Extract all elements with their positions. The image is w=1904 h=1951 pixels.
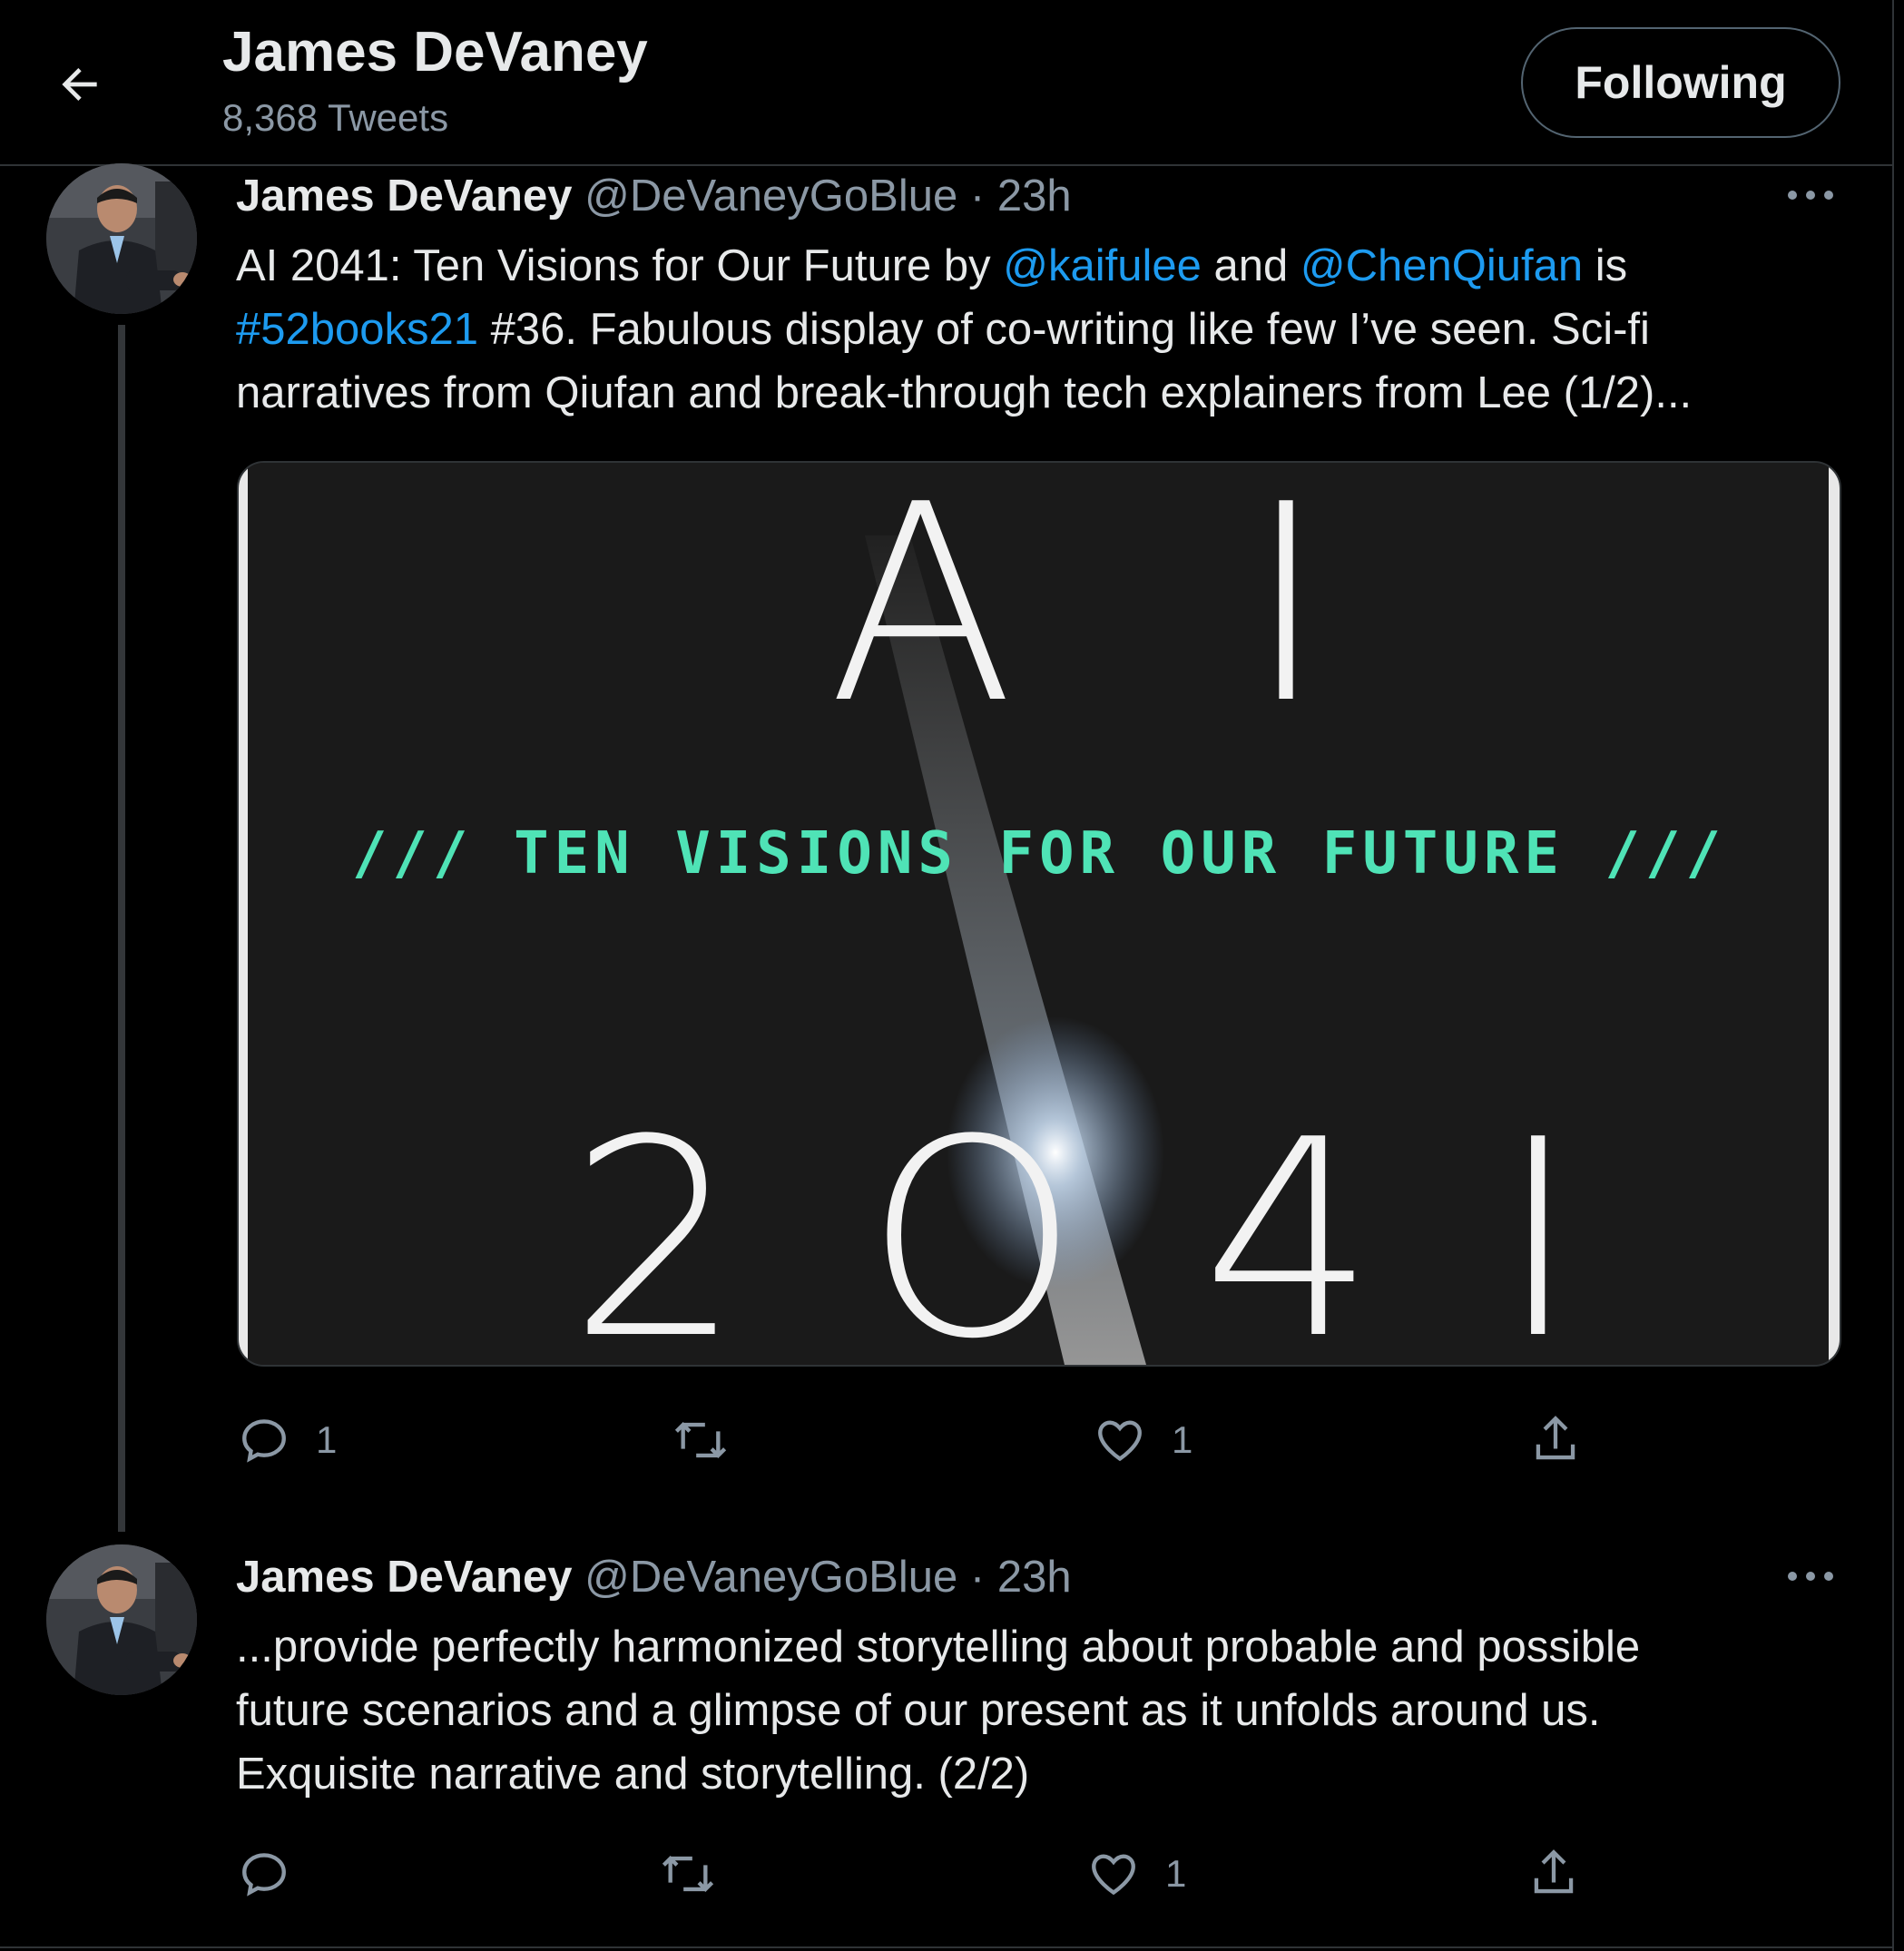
following-button[interactable]: Following — [1521, 27, 1840, 138]
tweet-meta: James DeVaney @DeVaneyGoBlue · 23h — [236, 1552, 1072, 1603]
tweet-text-segment: and — [1201, 241, 1300, 290]
avatar[interactable] — [46, 1544, 197, 1695]
tweet-line: Exquisite narrative and storytelling. (2… — [236, 1750, 1030, 1799]
tweet-line: future scenarios and a glimpse of our pr… — [236, 1686, 1601, 1735]
reply-button[interactable] — [238, 1848, 316, 1900]
tweet-media-image[interactable]: A I /// TEN VISIONS FOR OUR FUTURE /// 2… — [237, 461, 1841, 1367]
tweet-meta: James DeVaney @DeVaneyGoBlue · 23h — [236, 171, 1072, 221]
user-photo — [46, 163, 197, 314]
like-count: 1 — [1165, 1852, 1187, 1895]
like-button[interactable]: 1 — [1094, 1414, 1192, 1466]
avatar[interactable] — [46, 163, 197, 314]
tweet-line: #52books21 #36. Fabulous display of co-w… — [236, 298, 1692, 361]
tweet-line: narratives from Qiufan and break-through… — [236, 368, 1693, 417]
tweet-body: ...provide perfectly harmonized storytel… — [236, 1615, 1640, 1806]
profile-header: James DeVaney 8,368 Tweets Following — [0, 0, 1892, 165]
mention-link[interactable]: @ChenQiufan — [1300, 241, 1583, 290]
like-count: 1 — [1172, 1418, 1193, 1461]
tweet-time[interactable]: 23h — [997, 172, 1072, 221]
header-divider — [0, 164, 1892, 166]
tweet-body: AI 2041: Ten Visions for Our Future by @… — [236, 234, 1692, 425]
share-button[interactable] — [1527, 1846, 1580, 1902]
tweet-time[interactable]: 23h — [997, 1553, 1072, 1602]
user-photo — [46, 1544, 197, 1695]
retweet-icon — [674, 1422, 727, 1458]
meta-separator: · — [969, 172, 986, 221]
reply-count: 1 — [316, 1418, 338, 1461]
retweet-button[interactable] — [659, 1848, 742, 1900]
profile-name-title: James DeVaney — [222, 21, 648, 83]
heart-icon — [1098, 1420, 1142, 1462]
column-border — [1892, 0, 1894, 1951]
cover-top-text: A I — [828, 463, 1399, 763]
author-name[interactable]: James DeVaney — [236, 1553, 573, 1602]
arrow-left-icon — [62, 68, 97, 101]
tweet-line: AI 2041: Ten Visions for Our Future by @… — [236, 234, 1692, 298]
retweet-button[interactable] — [672, 1414, 755, 1466]
author-handle[interactable]: @DeVaneyGoBlue — [584, 172, 957, 221]
bottom-divider — [0, 1946, 1892, 1948]
reply-icon — [242, 1419, 286, 1463]
mention-link[interactable]: @kaifulee — [1003, 241, 1202, 290]
tweet-text-segment: is — [1583, 241, 1628, 290]
author-handle[interactable]: @DeVaneyGoBlue — [584, 1553, 957, 1602]
cover-subtitle: /// TEN VISIONS FOR OUR FUTURE /// — [352, 820, 1726, 887]
cover-bottom-text: 2 O 4 I — [569, 1082, 1596, 1365]
heart-icon — [1092, 1854, 1135, 1896]
hashtag-link[interactable]: #52books21 — [236, 305, 478, 354]
more-horizontal-icon — [1788, 1572, 1833, 1581]
like-button[interactable]: 1 — [1087, 1848, 1186, 1900]
more-options-button[interactable] — [1774, 168, 1847, 222]
share-icon — [1536, 1416, 1575, 1460]
share-icon — [1534, 1849, 1574, 1894]
book-cover-image: A I /// TEN VISIONS FOR OUR FUTURE /// 2… — [239, 463, 1840, 1365]
back-button[interactable] — [50, 54, 110, 114]
retweet-icon — [662, 1856, 714, 1892]
author-name[interactable]: James DeVaney — [236, 172, 573, 221]
meta-separator: · — [969, 1553, 986, 1602]
reply-icon — [242, 1853, 286, 1897]
tweet-text-segment: AI 2041: Ten Visions for Our Future by — [236, 241, 1004, 290]
tweet-text-segment: #36. Fabulous display of co-writing like… — [478, 305, 1650, 354]
tweet-count: 8,368 Tweets — [222, 96, 449, 139]
more-options-button[interactable] — [1774, 1549, 1847, 1603]
thread-connector-line — [118, 325, 125, 1532]
more-horizontal-icon — [1788, 191, 1833, 200]
tweet-line: ...provide perfectly harmonized storytel… — [236, 1623, 1641, 1672]
share-button[interactable] — [1529, 1412, 1582, 1468]
reply-button[interactable]: 1 — [238, 1414, 337, 1466]
